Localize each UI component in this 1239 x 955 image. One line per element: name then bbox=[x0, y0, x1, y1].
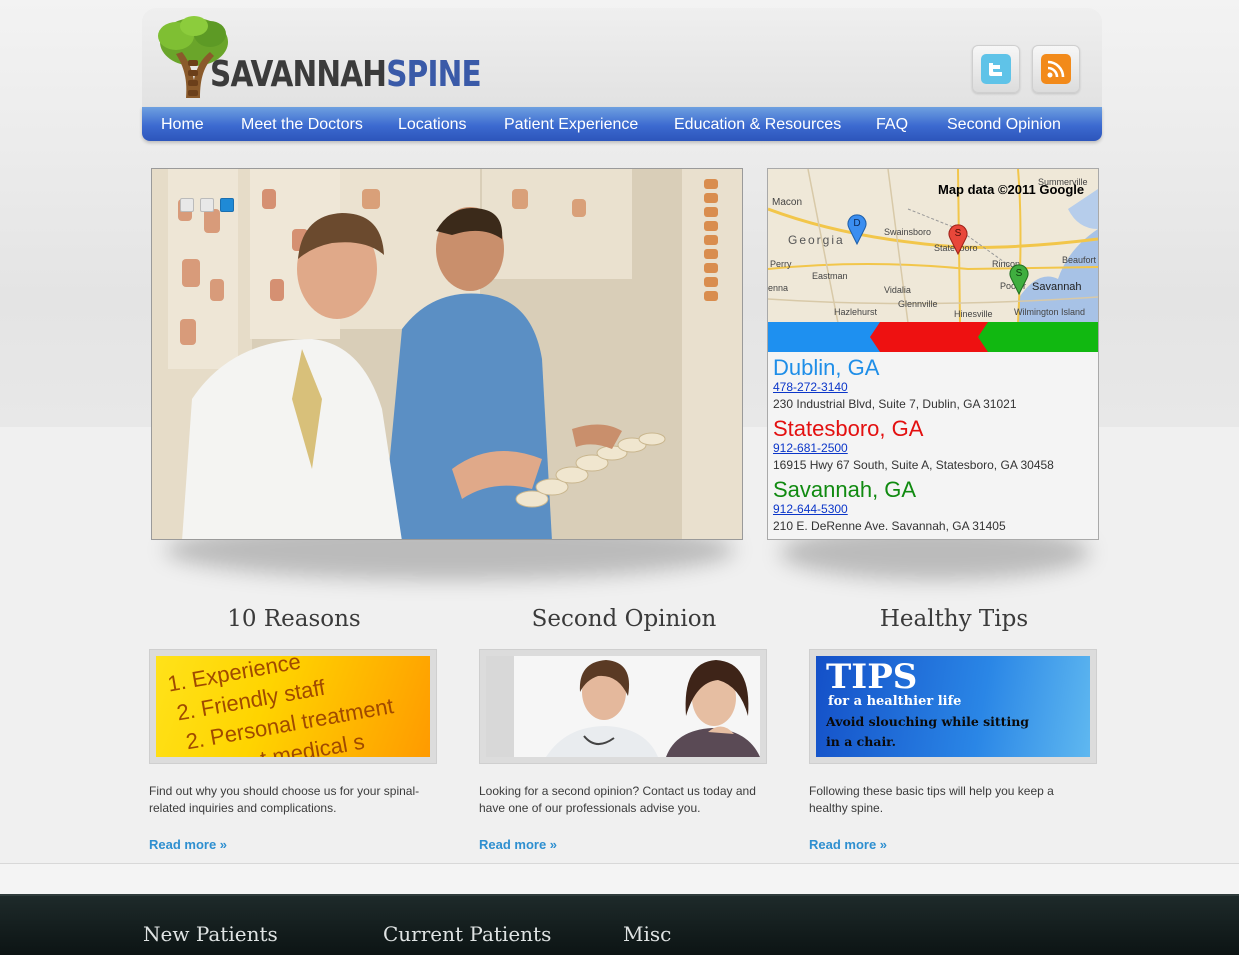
location-address-dublin: 230 Industrial Blvd, Suite 7, Dublin, GA… bbox=[773, 397, 1017, 411]
read-more-10-reasons-link[interactable]: Read more » bbox=[149, 837, 227, 852]
nav-faq[interactable]: FAQ bbox=[876, 116, 908, 134]
feature-frame-second-opinion[interactable] bbox=[479, 649, 767, 764]
logo-text-savannah: SAVANNAH bbox=[210, 54, 387, 95]
main-nav: Home Meet the Doctors Locations Patient … bbox=[142, 107, 1102, 141]
map-label-swainsboro: Swainsboro bbox=[884, 227, 932, 237]
feature-desc-10-reasons: Find out why you should choose us for yo… bbox=[149, 784, 420, 815]
map-credit: Map data ©2011 Google bbox=[938, 182, 1085, 197]
feature-frame-healthy-tips[interactable]: TIPS for a healthier life Avoid slouchin… bbox=[809, 649, 1097, 764]
tips-heading: TIPS bbox=[826, 657, 918, 697]
doctors-photo bbox=[486, 656, 760, 757]
map-label-vidalia: Vidalia bbox=[884, 285, 911, 295]
location-color-bands bbox=[768, 322, 1098, 352]
doctor-patient-photo bbox=[152, 169, 742, 539]
map-marker-s-savannah-icon[interactable]: S bbox=[1008, 261, 1030, 295]
rss-icon bbox=[1041, 54, 1071, 84]
logo-text-spine: SPINE bbox=[386, 54, 481, 95]
map-label-eastman: Eastman bbox=[812, 271, 848, 281]
rss-button[interactable] bbox=[1032, 45, 1080, 93]
logo-wordmark[interactable]: SAVANNAHSPINE bbox=[210, 54, 482, 95]
nav-education-resources[interactable]: Education & Resources bbox=[674, 116, 841, 134]
twitter-icon bbox=[981, 54, 1011, 84]
map-marker-s-statesboro-icon[interactable]: S bbox=[947, 221, 969, 255]
footer: New Patients Current Patients Misc bbox=[0, 894, 1239, 955]
read-more-healthy-tips-link[interactable]: Read more » bbox=[809, 837, 887, 852]
slider-dot-1[interactable] bbox=[180, 198, 194, 212]
map-label-perry: Perry bbox=[770, 259, 792, 269]
slider-dot-2[interactable] bbox=[200, 198, 214, 212]
twitter-button[interactable] bbox=[972, 45, 1020, 93]
feature-frame-10-reasons[interactable]: 1. Experience 2. Friendly staff 2. Perso… bbox=[149, 649, 437, 764]
location-name-dublin[interactable]: Dublin, GA bbox=[773, 355, 879, 381]
nav-locations[interactable]: Locations bbox=[398, 116, 467, 134]
read-more-second-opinion-link[interactable]: Read more » bbox=[479, 837, 557, 852]
hero-slider[interactable] bbox=[151, 168, 743, 540]
map-label-georgia: Georgia bbox=[788, 233, 845, 247]
location-phone-dublin[interactable]: 478-272-3140 bbox=[773, 380, 848, 394]
map-label-enna: enna bbox=[768, 283, 789, 293]
nav-meet-the-doctors[interactable]: Meet the Doctors bbox=[241, 116, 363, 134]
map-label-hinesville: Hinesville bbox=[954, 309, 993, 319]
map-marker-d-letter: D bbox=[853, 218, 860, 229]
slider-dot-3-active[interactable] bbox=[220, 198, 234, 212]
feature-desc-healthy-tips: Following these basic tips will help you… bbox=[809, 784, 1054, 815]
tips-line-2: in a chair. bbox=[826, 734, 896, 749]
location-address-savannah: 210 E. DeRenne Ave. Savannah, GA 31405 bbox=[773, 519, 1006, 533]
map-label-macon: Macon bbox=[772, 197, 803, 208]
footer-heading-new-patients: New Patients bbox=[143, 922, 278, 946]
map-marker-d-icon[interactable]: D bbox=[846, 211, 868, 245]
page-background-gap bbox=[0, 864, 1239, 894]
healthy-tips-image: TIPS for a healthier life Avoid slouchin… bbox=[816, 656, 1090, 757]
second-opinion-image bbox=[486, 656, 760, 757]
tips-subheading: for a healthier life bbox=[828, 694, 962, 709]
nav-home[interactable]: Home bbox=[161, 116, 204, 134]
map-marker-s2-letter: S bbox=[1016, 268, 1023, 279]
map-label-glennville: Glennville bbox=[898, 299, 938, 309]
map-label-savannah: Savannah bbox=[1032, 281, 1082, 293]
tips-line-1: Avoid slouching while sitting bbox=[826, 714, 1030, 729]
location-phone-savannah[interactable]: 912-644-5300 bbox=[773, 502, 848, 516]
location-address-statesboro: 16915 Hwy 67 South, Suite A, Statesboro,… bbox=[773, 458, 1054, 472]
google-map[interactable]: Macon Georgia Swainsboro Statesboro Perr… bbox=[768, 169, 1098, 324]
location-name-statesboro[interactable]: Statesboro, GA bbox=[773, 416, 923, 442]
footer-heading-current-patients: Current Patients bbox=[383, 922, 552, 946]
locations-map-panel: Macon Georgia Swainsboro Statesboro Perr… bbox=[767, 168, 1099, 540]
feature-title-10-reasons: 10 Reasons bbox=[227, 606, 361, 632]
feature-title-second-opinion: Second Opinion bbox=[531, 606, 717, 632]
map-marker-s1-letter: S bbox=[955, 228, 962, 239]
footer-heading-misc: Misc bbox=[623, 922, 672, 946]
map-label-beaufort: Beaufort bbox=[1062, 255, 1097, 265]
map-label-wilmington-island: Wilmington Island bbox=[1014, 307, 1086, 317]
nav-second-opinion[interactable]: Second Opinion bbox=[947, 116, 1061, 134]
location-name-savannah[interactable]: Savannah, GA bbox=[773, 477, 916, 503]
location-phone-statesboro[interactable]: 912-681-2500 bbox=[773, 441, 848, 455]
nav-patient-experience[interactable]: Patient Experience bbox=[504, 116, 638, 134]
feature-title-healthy-tips: Healthy Tips bbox=[879, 606, 1029, 632]
map-label-hazlehurst: Hazlehurst bbox=[834, 307, 878, 317]
ten-reasons-image: 1. Experience 2. Friendly staff 2. Perso… bbox=[156, 656, 430, 757]
feature-desc-second-opinion: Looking for a second opinion? Contact us… bbox=[479, 784, 756, 815]
